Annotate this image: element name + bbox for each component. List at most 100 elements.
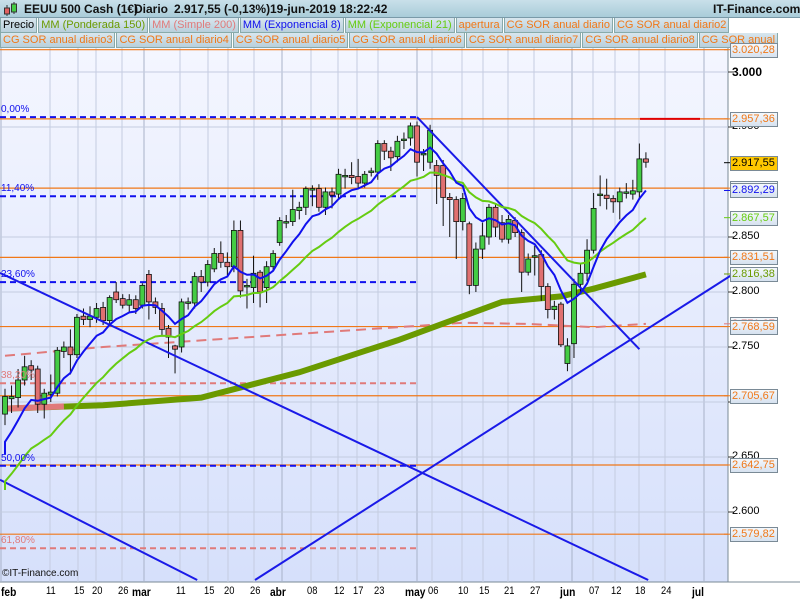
candle-body	[270, 253, 277, 268]
candle-body	[603, 194, 610, 199]
candle-body	[381, 143, 388, 152]
candle-body	[551, 305, 558, 310]
candle-body	[198, 276, 205, 283]
instrument-name: EEUU 500 Cash (1€)	[24, 2, 139, 16]
watermark: ©IT-Finance.com	[2, 568, 79, 579]
price-value-label: 2.957,36	[730, 111, 778, 127]
time-axis-label: 11	[46, 585, 56, 597]
candle-body	[224, 261, 231, 268]
title-bar: EEUU 500 Cash (1€) Diario 2.917,55 (-0,1…	[0, 0, 800, 18]
price-tick-label: 2.800	[732, 285, 760, 297]
candle-body	[276, 220, 283, 243]
time-axis-label: 17	[353, 585, 364, 597]
candle-body	[8, 396, 15, 400]
candle-body	[289, 209, 296, 223]
candlestick	[191, 272, 198, 309]
legend-item[interactable]: Precio	[0, 18, 38, 33]
candle-body	[453, 199, 460, 223]
time-axis-label: jun	[560, 585, 576, 599]
candle-body	[636, 158, 643, 193]
time-axis-label: 10	[458, 585, 469, 597]
candle-body	[643, 158, 649, 163]
candle-body	[34, 368, 41, 405]
candle-body	[93, 308, 100, 318]
candle-body	[15, 379, 21, 399]
legend-item[interactable]: CG SOR anual diario7	[465, 33, 582, 48]
candle-body	[172, 345, 178, 350]
fibonacci-label: 61,80%	[1, 535, 35, 547]
last-price: 2.917,55 (-0,13%)	[174, 2, 271, 16]
candle-body	[472, 248, 479, 286]
price-value-label: 2.642,75	[730, 457, 778, 473]
candle-body	[106, 297, 113, 322]
price-tick-label: 2.750	[732, 340, 760, 352]
time-axis-label: 11	[176, 585, 186, 597]
candle-body	[342, 174, 348, 178]
legend-item[interactable]: apertura	[455, 18, 503, 33]
candle-body	[597, 193, 604, 197]
candle-body	[309, 188, 316, 191]
time-axis-label: 23	[374, 585, 385, 597]
candlestick	[74, 314, 80, 358]
legend-item[interactable]: CG SOR anual diario4	[116, 33, 232, 48]
candle-body	[257, 271, 263, 293]
time-axis-label: 08	[307, 585, 318, 597]
candle-body	[204, 264, 211, 283]
candle-body	[211, 253, 218, 270]
fibonacci-label: 11,40%	[1, 183, 35, 195]
price-chart	[0, 48, 800, 583]
legend-item[interactable]: MM (Exponencial 21)	[344, 18, 455, 33]
candle-body	[518, 232, 525, 273]
legend-item[interactable]: CG SOR anual diario	[503, 18, 613, 33]
candle-body	[564, 345, 571, 364]
candle-body	[355, 176, 362, 184]
candle-body	[2, 396, 8, 415]
time-axis-label: 18	[635, 585, 646, 597]
candle-body	[446, 196, 453, 200]
candle-body	[492, 206, 499, 228]
time-axis-label: mar	[132, 585, 151, 599]
candlestick-logo-icon	[4, 2, 17, 16]
time-axis-label: abr	[270, 585, 286, 599]
legend-item[interactable]: MM (Ponderada 150)	[38, 18, 149, 33]
candle-body	[145, 273, 152, 303]
candle-body	[296, 206, 303, 212]
fibonacci-label: 23,60%	[1, 269, 35, 281]
candle-body	[217, 253, 224, 263]
legend-item[interactable]: MM (Exponencial 8)	[239, 18, 344, 33]
price-value-label: 2.579,82	[730, 527, 778, 543]
candlestick	[472, 242, 479, 292]
time-axis-label: 07	[589, 585, 600, 597]
legend-item[interactable]: CG SOR anual diario8	[582, 33, 698, 48]
legend-item[interactable]: CG SOR anual diario6	[349, 33, 465, 48]
legend-item[interactable]: CG SOR anual diario5	[232, 33, 349, 48]
candle-body	[610, 198, 617, 203]
time-axis-label: 20	[224, 585, 235, 597]
candle-body	[302, 188, 309, 208]
candle-body	[132, 299, 139, 309]
price-value-label: 2.867,57	[730, 210, 778, 226]
candle-body	[420, 152, 427, 156]
legend-item[interactable]: CG SOR anual diario3	[0, 33, 116, 48]
candle-body	[178, 301, 185, 348]
candle-body	[80, 315, 87, 320]
fibonacci-label: 38,20%	[1, 370, 35, 382]
candle-body	[558, 303, 564, 346]
time-axis-label: 15	[74, 585, 85, 597]
candle-body	[374, 143, 381, 173]
candle-body	[348, 174, 355, 178]
candle-body	[531, 255, 538, 258]
time-axis-label: 21	[504, 585, 515, 597]
legend-item[interactable]: CG SOR anual diario2	[613, 18, 730, 33]
time-axis-label: 15	[204, 585, 215, 597]
candlestick	[276, 217, 283, 246]
candle-body	[74, 316, 80, 356]
time-axis-label: jul	[692, 585, 704, 599]
timestamp: 19-jun-2019 18:22:42	[270, 2, 388, 16]
wma150-line-segment	[4, 403, 65, 412]
legend-item[interactable]: MM (Simple 200)	[149, 18, 239, 33]
candle-body	[230, 229, 237, 268]
price-value-label: 2.816,38	[730, 266, 778, 282]
fibonacci-label: 50,00%	[1, 452, 35, 464]
time-axis-label: 06	[428, 585, 439, 597]
